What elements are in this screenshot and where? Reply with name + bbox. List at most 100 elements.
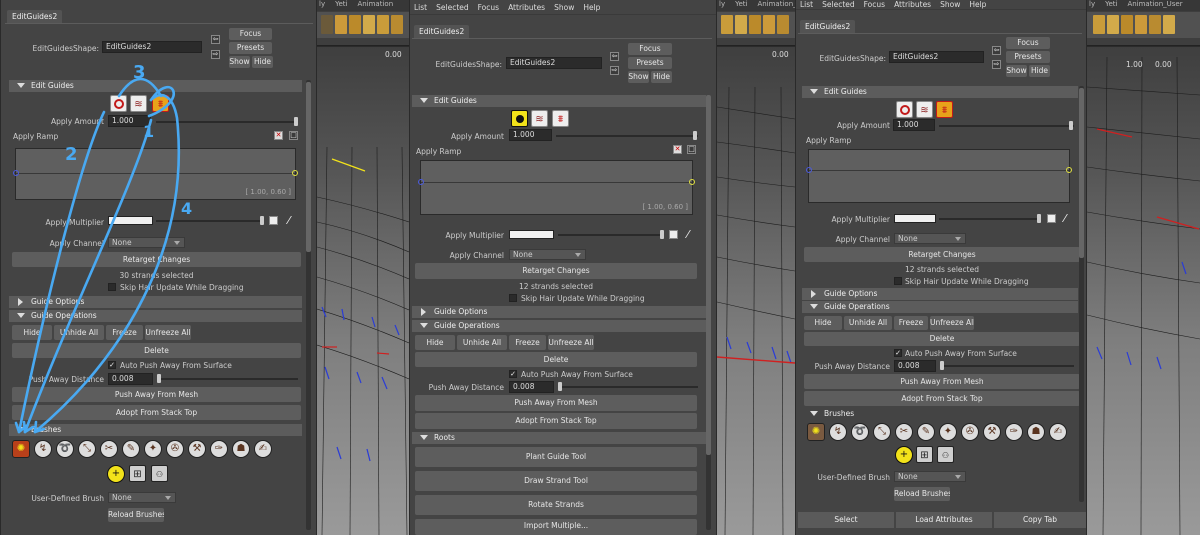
shelf-icon[interactable] xyxy=(1149,15,1161,34)
menu-attributes[interactable]: Attributes xyxy=(894,0,931,9)
brush-icon[interactable]: ✍ xyxy=(1049,423,1067,441)
shelf-tab[interactable]: Yeti xyxy=(735,0,747,8)
hide-guides-button[interactable]: Hide xyxy=(415,335,455,350)
shelf-icon[interactable] xyxy=(377,15,389,34)
apply-multiplier-swatch[interactable] xyxy=(509,230,554,239)
rotate-strands-button[interactable]: Rotate Strands xyxy=(415,495,697,515)
ramp-expand-icon[interactable]: □ xyxy=(687,145,696,154)
freeze-button[interactable]: Freeze xyxy=(509,335,546,350)
menu-help[interactable]: Help xyxy=(583,3,600,12)
shape-name-field[interactable]: EditGuides2 xyxy=(889,51,984,63)
hide-button[interactable]: Hide xyxy=(651,71,672,83)
shelf-tab[interactable]: Animation_User xyxy=(757,0,795,8)
focus-button[interactable]: Focus xyxy=(1006,37,1050,49)
show-button[interactable]: Show xyxy=(1006,65,1027,77)
grid-brush-icon[interactable]: ⊞ xyxy=(916,446,933,463)
guide-operations-section[interactable]: Guide Operations xyxy=(802,301,1078,313)
unfreeze-all-button[interactable]: Unfreeze All xyxy=(930,316,974,330)
apply-amount-slider[interactable] xyxy=(939,125,1074,127)
focus-in-icon[interactable]: ⇦ xyxy=(610,52,619,61)
brush-icon[interactable]: ✦ xyxy=(939,423,957,441)
push-away-distance-field[interactable]: 0.008 xyxy=(894,360,936,372)
push-away-slider[interactable] xyxy=(558,386,698,388)
unfreeze-all-button[interactable]: Unfreeze All xyxy=(548,335,594,350)
shape-name-field[interactable]: EditGuides2 xyxy=(506,57,602,69)
push-away-handle[interactable] xyxy=(940,361,944,370)
focus-out-icon[interactable]: ⇨ xyxy=(992,60,1001,69)
retarget-changes-button[interactable]: Retarget Changes xyxy=(415,263,697,279)
apply-multiplier-handle[interactable] xyxy=(1037,214,1041,223)
shelf-icon[interactable] xyxy=(1107,15,1119,34)
apply-channel-dropdown[interactable]: None xyxy=(509,249,586,260)
scrollbar-thumb[interactable] xyxy=(706,95,711,455)
brush-icon[interactable]: ☗ xyxy=(1027,423,1045,441)
presets-button[interactable]: Presets xyxy=(628,57,672,69)
shelf-icon[interactable] xyxy=(349,15,361,34)
apply-amount-field[interactable]: 1.000 xyxy=(893,119,935,131)
menu-list[interactable]: List xyxy=(800,0,813,9)
push-away-slider[interactable] xyxy=(940,365,1074,367)
adopt-from-stack-button[interactable]: Adopt From Stack Top xyxy=(415,413,697,429)
select-button[interactable]: Select xyxy=(798,512,894,528)
freeze-button[interactable]: Freeze xyxy=(894,316,928,330)
shelf-icon[interactable] xyxy=(721,15,733,34)
shelf-icon[interactable] xyxy=(335,15,347,34)
unhide-all-button[interactable]: Unhide All xyxy=(844,316,892,330)
node-tab[interactable]: EditGuides2 xyxy=(800,20,856,33)
menu-show[interactable]: Show xyxy=(554,3,574,12)
delete-button[interactable]: Delete xyxy=(415,352,697,367)
load-attributes-button[interactable]: Load Attributes xyxy=(896,512,992,528)
checker-map-icon[interactable] xyxy=(1047,214,1056,223)
user-defined-brush-dropdown[interactable]: None xyxy=(894,471,966,482)
brush-icon[interactable]: ⤡ xyxy=(873,423,891,441)
shelf-icon[interactable] xyxy=(321,15,333,34)
menu-list[interactable]: List xyxy=(414,3,427,12)
menu-show[interactable]: Show xyxy=(940,0,960,9)
delete-button[interactable]: Delete xyxy=(804,332,1080,346)
skip-hair-update-checkbox[interactable] xyxy=(894,277,902,285)
brush-icon[interactable]: ⚒ xyxy=(983,423,1001,441)
shelf-tab[interactable]: Yeti xyxy=(335,0,347,8)
apply-multiplier-slider[interactable] xyxy=(939,218,1041,220)
brushes-section[interactable]: Brushes xyxy=(802,408,1078,420)
menu-attributes[interactable]: Attributes xyxy=(508,3,545,12)
apply-amount-slider[interactable] xyxy=(556,135,698,137)
show-button[interactable]: Show xyxy=(628,71,649,83)
adopt-from-stack-button[interactable]: Adopt From Stack Top xyxy=(804,391,1080,406)
retarget-changes-button[interactable]: Retarget Changes xyxy=(804,247,1080,262)
node-brush-icon[interactable]: ⚇ xyxy=(937,446,954,463)
guide-operations-section[interactable]: Guide Operations xyxy=(412,320,706,332)
shelf-tab[interactable]: Animation xyxy=(357,0,393,8)
viewport-1[interactable]: ly Yeti Animation 0.00 xyxy=(317,0,409,535)
push-away-distance-field[interactable]: 0.008 xyxy=(509,381,554,393)
brush-icon[interactable]: ✇ xyxy=(961,423,979,441)
push-away-handle[interactable] xyxy=(558,382,562,391)
wave-mode-icon[interactable]: ≋ xyxy=(916,101,933,118)
scrollbar[interactable] xyxy=(1079,86,1084,502)
menu-help[interactable]: Help xyxy=(969,0,986,9)
brush-icon[interactable]: ✺ xyxy=(807,423,825,441)
target-mode-icon[interactable] xyxy=(896,101,913,118)
brush-icon[interactable]: ➰ xyxy=(851,423,869,441)
menu-focus[interactable]: Focus xyxy=(864,0,885,9)
focus-out-icon[interactable]: ⇨ xyxy=(610,66,619,75)
skip-hair-update-checkbox[interactable] xyxy=(509,294,517,302)
scrollbar[interactable] xyxy=(706,95,711,530)
apply-ramp-graph[interactable]: [ 1.00, 0.60 ] xyxy=(418,160,695,215)
guide-options-section[interactable]: Guide Options xyxy=(412,306,706,318)
shelf-icon[interactable] xyxy=(1135,15,1147,34)
add-brush-icon[interactable]: + xyxy=(895,446,913,464)
brush-icon[interactable]: ✎ xyxy=(917,423,935,441)
hide-guides-button[interactable]: Hide xyxy=(804,316,842,330)
ramp-start-point[interactable] xyxy=(806,167,812,173)
viewport-3[interactable]: ly Yeti Animation_User 1.00 0.00 xyxy=(1087,0,1200,535)
hide-button[interactable]: Hide xyxy=(1029,65,1050,77)
shelf-icon[interactable] xyxy=(1093,15,1105,34)
push-away-from-mesh-button[interactable]: Push Away From Mesh xyxy=(804,374,1080,389)
draw-strand-tool-button[interactable]: Draw Strand Tool xyxy=(415,471,697,491)
shelf-tab[interactable]: ly xyxy=(719,0,725,8)
import-multiple-button[interactable]: Import Multiple... xyxy=(415,519,697,535)
shelf-tab[interactable]: ly xyxy=(319,0,325,8)
edit-guides-section[interactable]: Edit Guides xyxy=(412,95,706,107)
3d-scene[interactable] xyxy=(1087,47,1200,535)
